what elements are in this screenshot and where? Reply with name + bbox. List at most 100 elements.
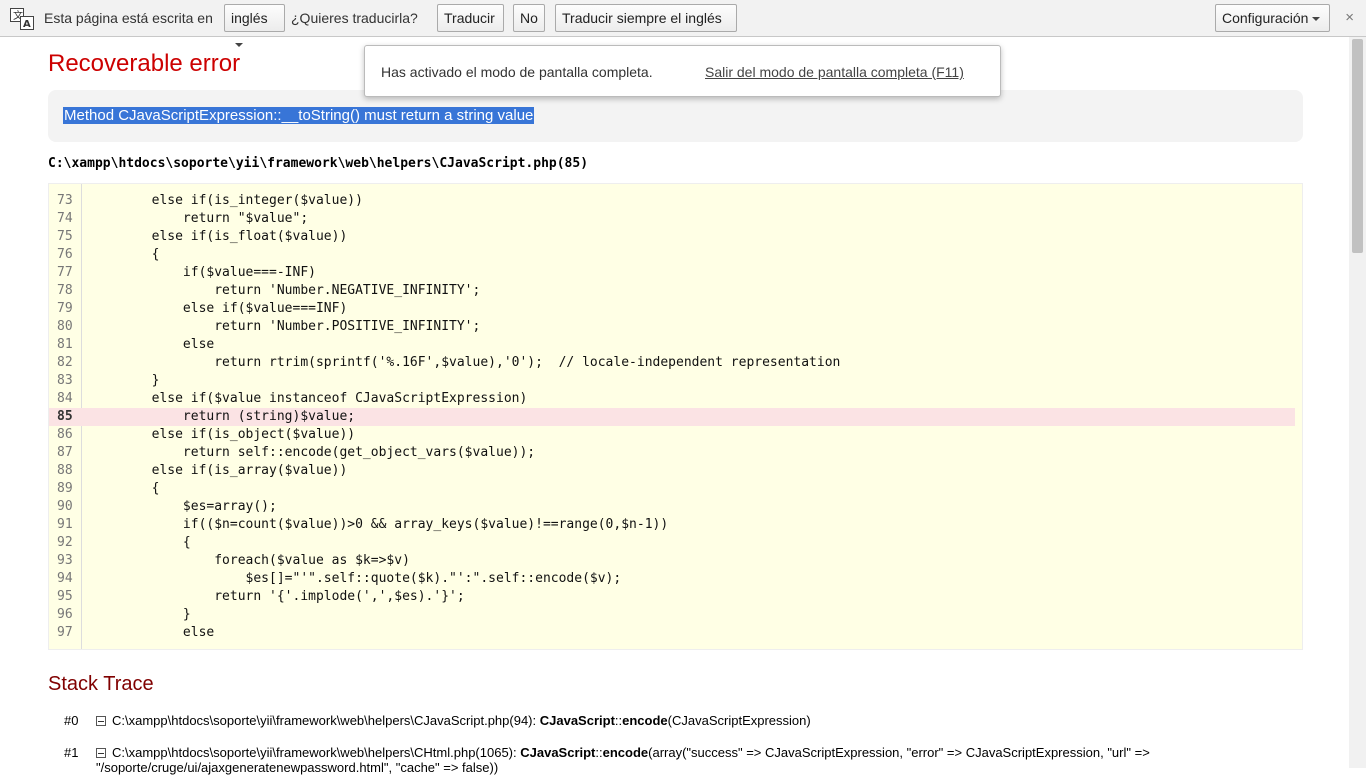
line-number: 76 [57, 247, 73, 262]
no-button[interactable]: No [513, 4, 545, 32]
code-line: 97 else [49, 624, 1295, 642]
line-number: 73 [57, 193, 73, 208]
trace-method: encode [602, 745, 649, 760]
line-number: 86 [57, 427, 73, 442]
line-number: 85 [57, 409, 73, 424]
code-line: 86 else if(is_object($value)) [49, 426, 1295, 444]
code-line: 90 $es=array(); [49, 498, 1295, 516]
trace-args: (array("success" => CJavaScriptExpressio… [648, 745, 1150, 760]
error-file-path: C:\xampp\htdocs\soporte\yii\framework\we… [48, 156, 589, 171]
code-text: } [89, 373, 160, 388]
translate-icon: 文 A [10, 8, 34, 30]
language-select[interactable]: inglés [224, 4, 285, 48]
code-text: { [89, 535, 191, 550]
code-text: return rtrim(sprintf('%.16F',$value),'0'… [89, 355, 841, 370]
line-number: 97 [57, 625, 73, 640]
collapse-toggle-icon[interactable] [96, 716, 106, 726]
line-number: 78 [57, 283, 73, 298]
code-line: 73 else if(is_integer($value)) [49, 192, 1295, 210]
code-text: { [89, 481, 160, 496]
trace-class: CJavaScript [520, 745, 596, 760]
always-translate-button[interactable]: Traducir siempre el inglés [555, 4, 737, 32]
trace-class: CJavaScript [539, 713, 615, 728]
translate-question: ¿Quieres traducirla? [291, 10, 418, 26]
close-icon[interactable]: × [1345, 9, 1354, 26]
code-text: else if(is_integer($value)) [89, 193, 363, 208]
line-number: 88 [57, 463, 73, 478]
scrollbar-thumb[interactable] [1352, 39, 1363, 253]
vertical-scrollbar[interactable] [1349, 37, 1366, 768]
code-line: 95 return '{'.implode(',',$es).'}'; [49, 588, 1295, 606]
trace-number: #1 [64, 745, 79, 760]
code-text: return (string)$value; [89, 409, 356, 424]
code-line: 84 else if($value instanceof CJavaScript… [49, 390, 1295, 408]
trace-separator: :: [595, 745, 603, 760]
chevron-down-icon [1312, 17, 1321, 22]
trace-path: C:\xampp\htdocs\soporte\yii\framework\we… [112, 745, 521, 760]
code-text: return "$value"; [89, 211, 309, 226]
translate-bar: 文 A Esta página está escrita en inglés ¿… [0, 0, 1366, 48]
trace-number: #0 [64, 713, 79, 728]
trace-item: #0 C:\xampp\htdocs\soporte\yii\framework\… [64, 713, 811, 728]
code-line: 76 { [49, 246, 1295, 264]
trace-path: C:\xampp\htdocs\soporte\yii\framework\we… [112, 713, 540, 728]
code-line: 81 else [49, 336, 1295, 354]
exit-fullscreen-link[interactable]: Salir del modo de pantalla completa (F11… [705, 64, 964, 80]
translate-prefix: Esta página está escrita en [44, 10, 213, 26]
fullscreen-notice: Has activado el modo de pantalla complet… [364, 45, 1001, 97]
code-text: return 'Number.NEGATIVE_INFINITY'; [89, 283, 481, 298]
code-line: 94 $es[]="'".self::quote($k)."':".self::… [49, 570, 1295, 588]
code-line: 82 return rtrim(sprintf('%.16F',$value),… [49, 354, 1295, 372]
line-number: 77 [57, 265, 73, 280]
code-text: else if($value instanceof CJavaScriptExp… [89, 391, 528, 406]
settings-button[interactable]: Configuración [1215, 4, 1330, 32]
settings-label: Configuración [1222, 10, 1309, 26]
code-text: else [89, 625, 215, 640]
code-text: return self::encode(get_object_vars($val… [89, 445, 536, 460]
code-text: } [89, 607, 191, 622]
line-number: 89 [57, 481, 73, 496]
line-number: 82 [57, 355, 73, 370]
code-line: 77 if($value===-INF) [49, 264, 1295, 282]
code-text: return 'Number.POSITIVE_INFINITY'; [89, 319, 481, 334]
code-line: 79 else if($value===INF) [49, 300, 1295, 318]
line-number: 93 [57, 553, 73, 568]
code-text: foreach($value as $k=>$v) [89, 553, 410, 568]
line-number: 79 [57, 301, 73, 316]
code-line: 87 return self::encode(get_object_vars($… [49, 444, 1295, 462]
code-line: 80 return 'Number.POSITIVE_INFINITY'; [49, 318, 1295, 336]
code-text: else if($value===INF) [89, 301, 348, 316]
line-number: 94 [57, 571, 73, 586]
line-number: 74 [57, 211, 73, 226]
code-text: else if(is_array($value)) [89, 463, 348, 478]
collapse-toggle-icon[interactable] [96, 748, 106, 758]
code-line: 74 return "$value"; [49, 210, 1295, 228]
code-line: 75 else if(is_float($value)) [49, 228, 1295, 246]
stack-trace-title: Stack Trace [48, 673, 154, 695]
error-message: Method CJavaScriptExpression::__toString… [63, 107, 535, 124]
code-text: if(($n=count($value))>0 && array_keys($v… [89, 517, 669, 532]
code-text: if($value===-INF) [89, 265, 316, 280]
translate-button[interactable]: Traducir [437, 4, 504, 32]
code-line: 92 { [49, 534, 1295, 552]
trace-item: #1 C:\xampp\htdocs\soporte\yii\framework\… [64, 745, 1150, 760]
code-text: else [89, 337, 215, 352]
code-line: 85 return (string)$value; [49, 408, 1295, 426]
line-number: 81 [57, 337, 73, 352]
code-text: else if(is_float($value)) [89, 229, 348, 244]
code-line: 89 { [49, 480, 1295, 498]
language-value: inglés [231, 10, 268, 26]
code-text: { [89, 247, 160, 262]
error-message-box: Method CJavaScriptExpression::__toString… [48, 90, 1303, 142]
code-text: $es[]="'".self::quote($k)."':".self::enc… [89, 571, 622, 586]
code-line: 93 foreach($value as $k=>$v) [49, 552, 1295, 570]
trace-args: (CJavaScriptExpression) [667, 713, 811, 728]
trace-method: encode [622, 713, 668, 728]
svg-text:A: A [23, 19, 31, 30]
line-number: 90 [57, 499, 73, 514]
code-line: 78 return 'Number.NEGATIVE_INFINITY'; [49, 282, 1295, 300]
line-number: 87 [57, 445, 73, 460]
error-title: Recoverable error [48, 50, 241, 77]
source-code-block: 73 else if(is_integer($value)) 74 return … [48, 183, 1303, 650]
line-number: 95 [57, 589, 73, 604]
